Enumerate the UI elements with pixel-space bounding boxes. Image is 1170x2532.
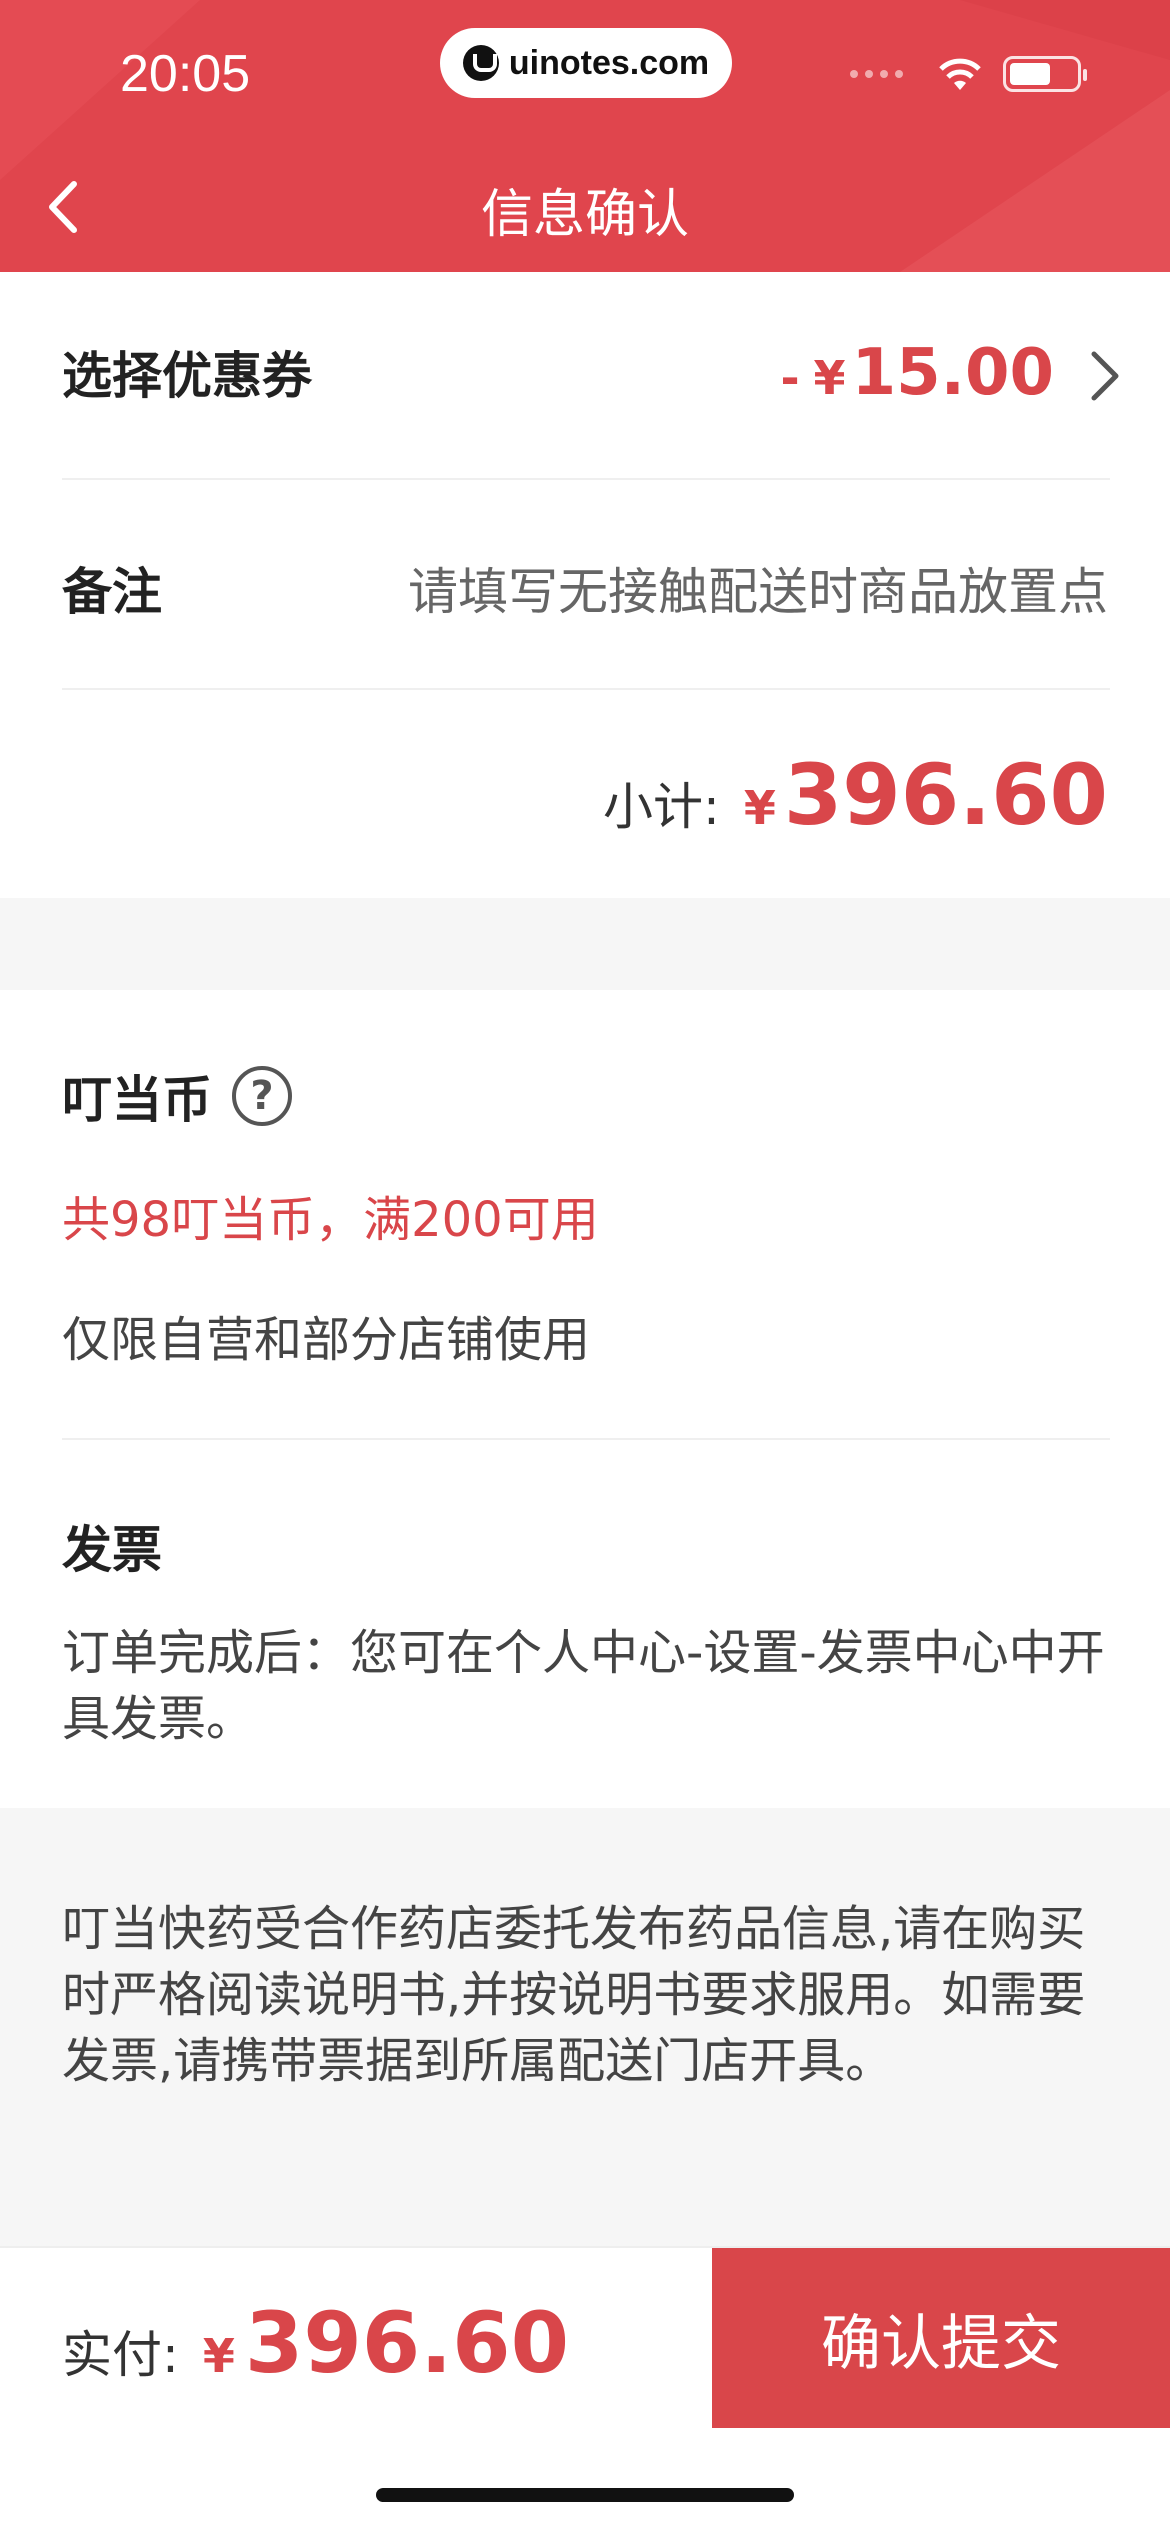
paid-currency: ¥ [202, 2329, 235, 2383]
status-icons [850, 56, 1087, 92]
divider [62, 1438, 1110, 1440]
subtotal: 小计: ¥ 396.60 [603, 746, 1108, 844]
coupon-amount: 15.00 [851, 336, 1054, 410]
home-indicator[interactable] [376, 2488, 794, 2502]
uinotes-logo-icon [462, 45, 499, 81]
remark-label: 备注 [62, 563, 162, 621]
coins-info: 共98叮当币，满200可用 [62, 1192, 599, 1248]
divider [62, 688, 1110, 690]
coupon-currency: ¥ [813, 351, 846, 405]
subtotal-label: 小计: [602, 778, 720, 836]
section-separator [0, 898, 1170, 990]
status-time: 20:05 [120, 45, 251, 103]
invoice-title: 发票 [62, 1521, 162, 1579]
coupon-label: 选择优惠券 [62, 347, 312, 405]
bottom-bar: 实付: ¥ 396.60 确认提交 [0, 2246, 1170, 2428]
invoice-text: 订单完成后：您可在个人中心-设置-发票中心中开具发票。 [62, 1625, 1105, 1747]
coupon-value[interactable]: - ¥15.00 [780, 336, 1054, 410]
header: 20:05 uinotes.com 信息确认 [0, 0, 1170, 272]
paid-label: 实付: [62, 2326, 179, 2384]
paid-value: 396.60 [244, 2294, 570, 2392]
url-text: uinotes.com [508, 43, 710, 82]
paid-amount: 实付: ¥ 396.60 [62, 2294, 569, 2392]
chevron-right-icon[interactable] [1084, 346, 1124, 406]
coins-title-row: 叮当币 ? [62, 1060, 292, 1132]
url-pill: uinotes.com [440, 28, 732, 98]
subtotal-amount: 396.60 [783, 746, 1108, 844]
battery-icon [1003, 56, 1087, 92]
coins-note: 仅限自营和部分店铺使用 [62, 1312, 591, 1368]
help-icon[interactable]: ? [232, 1066, 292, 1126]
remark-input[interactable]: 请填写无接触配送时商品放置点 [408, 552, 1108, 624]
wifi-icon [939, 58, 981, 90]
subtotal-currency: ¥ [743, 781, 776, 835]
coupon-minus: - [780, 351, 800, 405]
notice-text: 叮当快药受合作药店委托发布药品信息,请在购买时严格阅读说明书,并按说明书要求服用… [62, 1901, 1086, 2089]
coins-title: 叮当币 [62, 1071, 212, 1129]
signal-icon [850, 70, 903, 78]
page-title: 信息确认 [480, 185, 689, 245]
submit-button[interactable]: 确认提交 [712, 2248, 1170, 2428]
